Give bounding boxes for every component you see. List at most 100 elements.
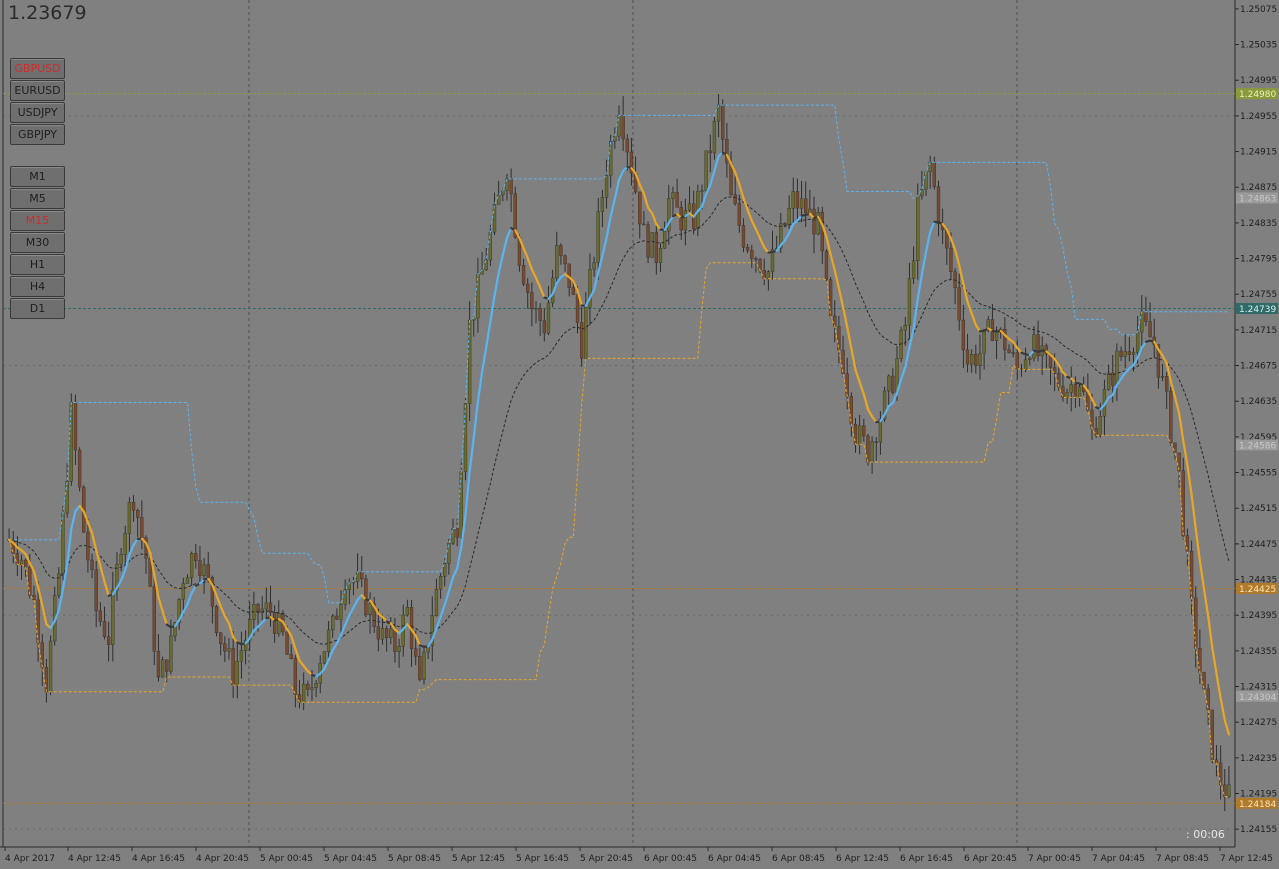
trend-ma-segment — [124, 553, 131, 572]
symbol-button-gbpjpy[interactable]: GBPJPY — [10, 124, 65, 145]
candle-body — [957, 287, 961, 321]
price-chart-area[interactable]: 1.25075 1.25035 1.24995 1.24955 1.24915 1.248… — [0, 0, 1279, 869]
price-tag-label: 1.24586 — [1239, 441, 1276, 451]
price-axis-label: 1.24155 — [1240, 825, 1277, 835]
price-axis-label: 1.24275 — [1240, 718, 1277, 728]
candle-body — [625, 138, 629, 153]
candle-body — [24, 559, 28, 568]
candle-body — [1223, 784, 1227, 797]
candle-body — [185, 577, 190, 584]
trend-ma-segment — [480, 346, 488, 374]
time-axis-label: 6 Apr 16:45 — [900, 854, 953, 864]
candle-body — [131, 502, 136, 511]
timeframe-button-m30[interactable]: M30 — [10, 232, 65, 253]
symbol-button-eurusd[interactable]: EURUSD — [10, 80, 65, 101]
symbol-button-gbpusd[interactable]: GBPUSD — [10, 58, 65, 79]
candle-body — [189, 553, 194, 578]
trend-ma-segment — [709, 169, 716, 187]
candle-body — [1069, 384, 1073, 393]
timeframe-button-d1[interactable]: D1 — [10, 298, 65, 319]
price-axis-label: 1.24395 — [1240, 611, 1277, 621]
candle-body — [1135, 331, 1140, 353]
candle-body — [712, 120, 717, 154]
candle-body — [1127, 351, 1131, 355]
candle-body — [683, 210, 688, 231]
candle-body — [646, 224, 650, 258]
trend-ma-segment — [846, 325, 853, 350]
trend-ma-segment — [953, 248, 961, 267]
trend-ma-segment — [1215, 672, 1222, 700]
candle-body — [559, 245, 563, 257]
symbol-button-usdjpy[interactable]: USDJPY — [10, 102, 65, 123]
trend-ma-segment — [530, 268, 538, 280]
candle-body — [73, 402, 78, 451]
time-axis-label: 5 Apr 16:45 — [516, 854, 569, 864]
trend-ma-segment — [900, 366, 907, 381]
trend-ma-segment — [866, 408, 874, 418]
candle-body — [44, 667, 49, 693]
trend-ma-segment — [841, 306, 849, 329]
candle-body — [758, 258, 762, 271]
candle-body — [57, 573, 61, 596]
time-axis-label: 4 Apr 20:45 — [196, 854, 249, 864]
trend-ma-segment — [1161, 354, 1168, 365]
candle-body — [368, 603, 372, 616]
candle-body — [563, 255, 567, 265]
trend-ma-segment — [464, 470, 471, 517]
time-axis-label: 4 Apr 12:45 — [68, 854, 121, 864]
price-axis-label: 1.24715 — [1240, 326, 1277, 336]
price-axis-label: 1.24235 — [1240, 754, 1277, 764]
trend-ma-segment — [713, 155, 720, 172]
candle-body — [1028, 357, 1032, 361]
timeframe-button-m1[interactable]: M1 — [10, 166, 65, 187]
trend-ma-segment — [1053, 357, 1060, 367]
candle-body — [314, 682, 318, 688]
trend-ma-segment — [1194, 527, 1201, 562]
trend-ma-segment — [858, 381, 865, 396]
candle-body — [123, 533, 127, 555]
trend-ma-segment — [95, 549, 102, 568]
candle-body — [650, 232, 654, 258]
candlestick-chart[interactable]: 1.25075 1.25035 1.24995 1.24955 1.24915 1.248… — [0, 0, 1279, 869]
price-axis-label: 1.25035 — [1240, 41, 1277, 51]
candle-body — [642, 223, 646, 226]
bar-countdown-timer: : 00:06 — [1186, 828, 1225, 841]
candle-body — [1131, 352, 1136, 355]
price-axis-label: 1.24995 — [1240, 76, 1277, 86]
trend-ma-segment — [788, 222, 795, 235]
candle-body — [335, 615, 339, 620]
trend-ma-segment — [850, 347, 857, 371]
candle-body — [936, 186, 941, 224]
trend-ma-segment — [32, 570, 40, 589]
candle-body — [90, 559, 94, 570]
candle-body — [231, 648, 235, 686]
timeframe-button-h4[interactable]: H4 — [10, 276, 65, 297]
trend-ma-segment — [958, 264, 965, 286]
candle-body — [1090, 409, 1094, 429]
candle-body — [970, 354, 974, 365]
candle-body — [434, 589, 439, 616]
candle-body — [546, 302, 551, 334]
trend-ma-segment — [339, 623, 347, 636]
timeframe-button-m15[interactable]: M15 — [10, 210, 65, 231]
candle-body — [538, 307, 542, 321]
candle-body — [1123, 351, 1127, 357]
time-axis-label: 7 Apr 00:45 — [1028, 854, 1081, 864]
candle-body — [866, 435, 870, 463]
candle-body — [19, 559, 24, 565]
timeframe-button-h1[interactable]: H1 — [10, 254, 65, 275]
timeframe-button-m5[interactable]: M5 — [10, 188, 65, 209]
trend-ma-segment — [1198, 559, 1206, 591]
candle-body — [613, 135, 617, 142]
candle-body — [575, 294, 580, 323]
candle-body — [617, 115, 621, 137]
candle-body — [235, 661, 239, 686]
candle-body — [978, 352, 982, 366]
candle-body — [1077, 386, 1082, 398]
candle-body — [32, 595, 36, 601]
candle-body — [911, 260, 916, 279]
candle-body — [306, 683, 310, 690]
candle-body — [721, 104, 725, 140]
trend-ma-segment — [613, 179, 621, 200]
price-tag-label: 1.24980 — [1239, 90, 1276, 100]
